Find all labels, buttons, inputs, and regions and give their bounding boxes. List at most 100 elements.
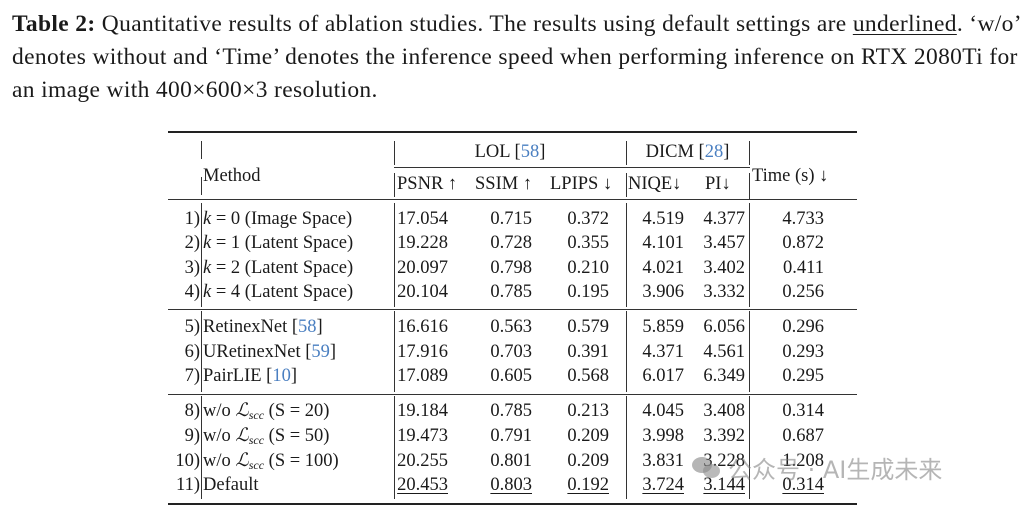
value-niqe: 4.371	[642, 342, 684, 362]
value-niqe: 6.017	[642, 366, 684, 386]
value-pi: 3.392	[703, 426, 745, 446]
value-lpips: 0.372	[567, 209, 609, 229]
bracket: ]	[316, 317, 323, 337]
row-index: 10)	[175, 451, 200, 471]
header-niqe: NIQE↓	[628, 174, 682, 194]
value-niqe: 3.831	[642, 451, 684, 471]
caption-underlined-word: underlined	[852, 11, 957, 37]
value-ssim: 0.728	[490, 233, 532, 253]
row-index: 4)	[184, 282, 200, 302]
bottom-rule	[168, 503, 857, 505]
header-time: Time (s) ↓	[752, 166, 829, 186]
value-lpips: 0.355	[567, 233, 609, 253]
row-index: 9)	[184, 426, 200, 446]
citation-link[interactable]: 59	[311, 342, 330, 362]
value-ssim: 0.801	[490, 451, 532, 471]
method-name: w/o ℒscc (S = 100)	[203, 449, 339, 473]
value-psnr: 19.184	[397, 401, 448, 421]
value-niqe: 3.998	[642, 426, 684, 446]
method-text: = 0 (Image Space)	[211, 209, 353, 229]
value-lpips: 0.209	[567, 426, 609, 446]
value-time: 4.733	[782, 209, 824, 229]
value-psnr: 20.453	[397, 475, 448, 495]
value-pi: 4.377	[703, 209, 745, 229]
caption-label: Table 2:	[12, 11, 96, 37]
method-text: w/o	[203, 401, 236, 421]
value-psnr: 20.104	[397, 282, 448, 302]
vline-fragment	[749, 141, 750, 165]
header-psnr: PSNR ↑	[397, 174, 458, 194]
watermark-text: 公众号 · AI生成未来	[728, 456, 943, 484]
value-ssim: 0.791	[490, 426, 532, 446]
method-name: k = 4 (Latent Space)	[203, 280, 353, 304]
method-name: k = 0 (Image Space)	[203, 207, 352, 231]
row-index: 2)	[184, 233, 200, 253]
watermark: 公众号 · AI生成未来	[692, 450, 942, 485]
citation-link[interactable]: 58	[298, 317, 317, 337]
method-setting: (S = 100)	[264, 451, 339, 471]
value-niqe: 4.519	[642, 209, 684, 229]
value-ssim: 0.785	[490, 282, 532, 302]
method-text: Default	[203, 475, 259, 495]
value-lpips: 0.568	[567, 366, 609, 386]
loss-subscript: scc	[248, 408, 265, 422]
value-ssim: 0.563	[490, 317, 532, 337]
row-index: 3)	[184, 258, 200, 278]
value-pi: 4.561	[703, 342, 745, 362]
row-index: 1)	[184, 209, 200, 229]
method-name: w/o ℒscc (S = 50)	[203, 424, 329, 448]
value-niqe: 3.724	[642, 475, 684, 495]
citation-link[interactable]: 58	[521, 142, 540, 162]
citation-link[interactable]: 10	[272, 366, 291, 386]
header-lol-label: LOL [	[474, 142, 521, 162]
row-index: 11)	[176, 475, 200, 495]
loss-symbol: ℒ	[235, 450, 249, 471]
header-lol: LOL [58]	[394, 140, 626, 164]
method-name: w/o ℒscc (S = 20)	[203, 399, 329, 423]
value-lpips: 0.192	[567, 475, 609, 495]
value-niqe: 4.045	[642, 401, 684, 421]
value-niqe: 4.101	[642, 233, 684, 253]
value-pi: 6.056	[703, 317, 745, 337]
header-method: Method	[203, 166, 261, 186]
math-variable: k	[203, 282, 212, 302]
row-index: 6)	[184, 342, 200, 362]
value-psnr: 17.089	[397, 366, 448, 386]
column-divider	[201, 396, 202, 499]
value-lpips: 0.195	[567, 282, 609, 302]
value-lpips: 0.213	[567, 401, 609, 421]
header-lpips: LPIPS ↓	[550, 174, 613, 194]
value-ssim: 0.785	[490, 401, 532, 421]
value-ssim: 0.798	[490, 258, 532, 278]
value-psnr: 20.097	[397, 258, 448, 278]
value-time: 0.872	[782, 233, 824, 253]
citation-link[interactable]: 28	[705, 142, 724, 162]
value-ssim: 0.703	[490, 342, 532, 362]
vline-fragment	[394, 173, 395, 197]
value-time: 0.687	[782, 426, 824, 446]
value-niqe: 5.859	[642, 317, 684, 337]
value-ssim: 0.803	[490, 475, 532, 495]
table-caption: Table 2: Quantitative results of ablatio…	[12, 8, 1022, 107]
value-lpips: 0.209	[567, 451, 609, 471]
bracket: ]	[329, 342, 337, 362]
value-pi: 3.332	[703, 282, 745, 302]
loss-symbol: ℒ	[235, 400, 249, 421]
bracket: ]	[539, 142, 546, 162]
vline-fragment	[749, 173, 750, 199]
wechat-icon	[692, 456, 722, 479]
value-psnr: 19.228	[397, 233, 448, 253]
column-divider	[201, 203, 202, 307]
value-time: 0.256	[782, 282, 824, 302]
column-divider	[201, 311, 202, 392]
method-name: PairLIE [10]	[203, 364, 297, 388]
value-ssim: 0.605	[490, 366, 532, 386]
value-pi: 3.408	[703, 401, 745, 421]
value-lpips: 0.391	[567, 342, 609, 362]
method-name: k = 2 (Latent Space)	[203, 256, 353, 280]
row-index: 7)	[184, 366, 200, 386]
bracket: ]	[290, 366, 298, 386]
row-index: 5)	[184, 317, 200, 337]
group2-bottom-rule	[168, 394, 857, 395]
method-name: k = 1 (Latent Space)	[203, 231, 353, 255]
